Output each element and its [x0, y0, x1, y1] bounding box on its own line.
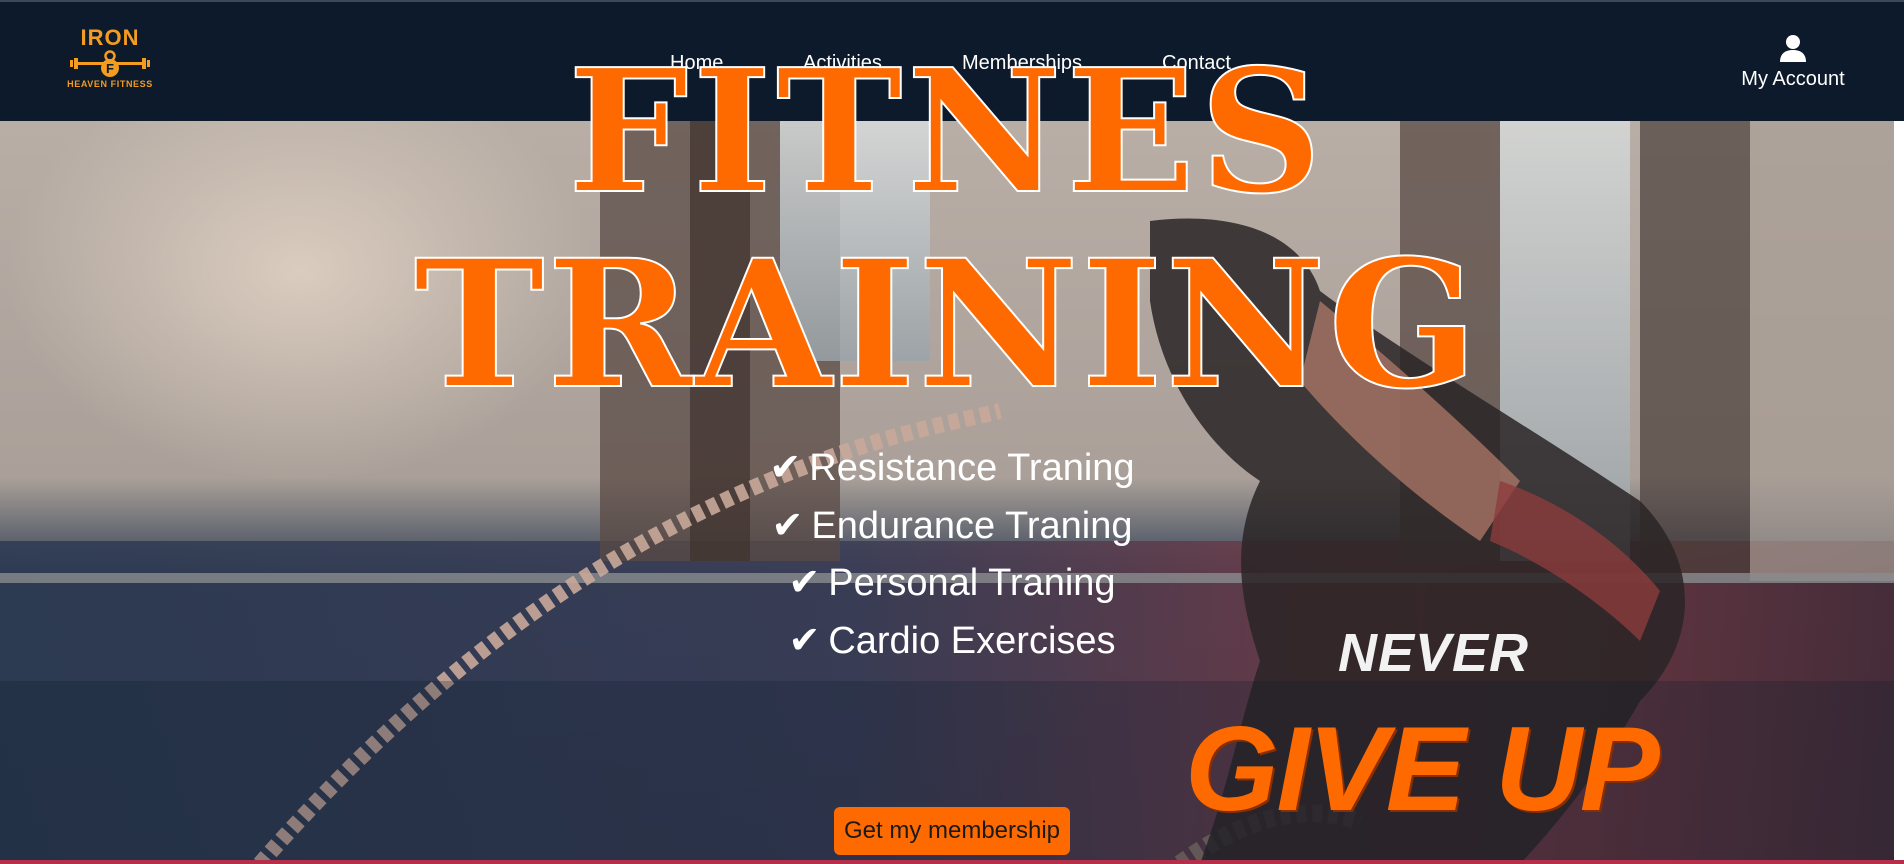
- motto-never: NEVER: [1338, 623, 1530, 683]
- feature-item: ✔ Endurance Traning: [0, 498, 1904, 556]
- double-check-icon: ✔: [771, 504, 804, 547]
- feature-item: ✔ Personal Traning: [0, 555, 1904, 613]
- feature-list: ✔ Resistance Traning ✔ Endurance Traning ✔…: [0, 440, 1904, 670]
- feature-text: Endurance Traning: [811, 504, 1133, 547]
- double-check-icon: ✔: [788, 562, 821, 604]
- double-check-icon: ✔: [769, 447, 802, 489]
- feature-text: Cardio Exercises: [828, 619, 1116, 662]
- double-check-icon: ✔: [788, 619, 821, 662]
- feature-text: Personal Traning: [828, 562, 1116, 604]
- feature-text: Resistance Traning: [809, 447, 1135, 489]
- hero-title-line2: TRAINING: [413, 221, 1481, 428]
- get-membership-button[interactable]: Get my membership: [834, 807, 1070, 855]
- feature-item: ✔ Cardio Exercises: [0, 613, 1904, 671]
- feature-item: ✔ Resistance Traning: [0, 440, 1904, 498]
- bottom-border: [0, 860, 1904, 864]
- hero-title-line1: FITNES: [567, 32, 1327, 232]
- motto-give-up: GIVE UP: [1185, 702, 1660, 836]
